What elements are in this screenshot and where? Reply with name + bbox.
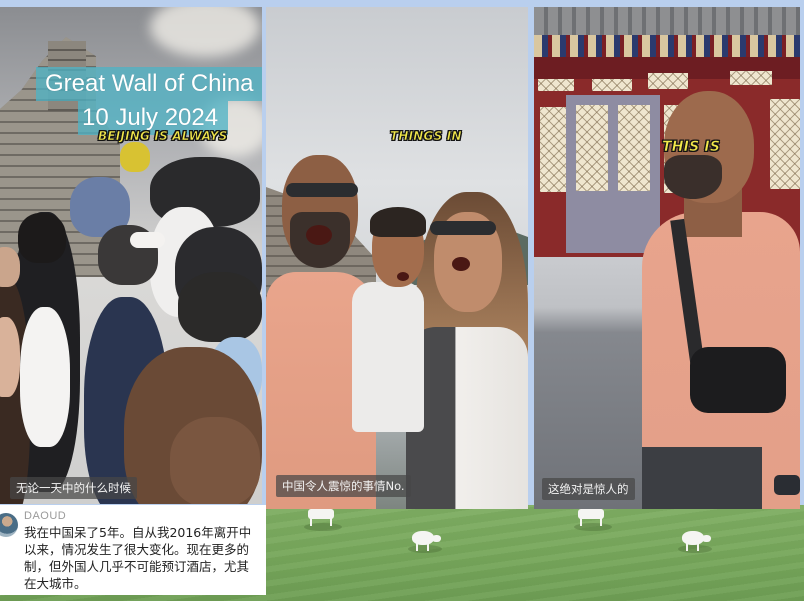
kid-hair <box>370 207 426 237</box>
kid-shirt <box>352 282 424 432</box>
open-mouth <box>452 257 470 271</box>
lattice-window <box>648 73 688 89</box>
lattice-window <box>540 107 568 192</box>
sheep-icon <box>574 509 612 531</box>
temple-roof <box>534 7 800 35</box>
sunglasses <box>286 183 358 197</box>
comment-line: 以来，情况发生了很大变化。现在更多的 <box>24 542 250 557</box>
temple-eave <box>534 35 800 57</box>
comment-card[interactable]: DAOUD 我在中国呆了5年。自从我2016年离开中 以来，情况发生了很大变化。… <box>0 505 266 595</box>
man-beard <box>664 155 722 199</box>
subtitle: 这绝对是惊人的 <box>542 478 635 500</box>
lattice-window <box>730 71 772 85</box>
meme-caption: THINGS IN <box>390 129 462 144</box>
video-panel-family-selfie[interactable]: THINGS IN 中国令人震惊的事情No. <box>266 7 528 509</box>
smartwatch <box>774 475 800 495</box>
video-panel-great-wall-crowd[interactable]: Great Wall of China 10 July 2024 BEIJING… <box>0 7 262 504</box>
comment-line: 在大城市。 <box>24 576 87 591</box>
open-mouth <box>397 272 409 281</box>
video-date: 10 July 2024 <box>82 104 219 131</box>
meme-caption: THIS IS <box>662 139 721 156</box>
meme-caption: BEIJING IS ALWAYS <box>98 129 228 144</box>
woman-shirt <box>406 327 528 509</box>
open-mouth <box>306 225 332 245</box>
temple-door <box>566 95 660 253</box>
sheep-icon <box>678 531 714 553</box>
sheep-icon <box>408 531 444 553</box>
comment-line: 制，但外国人几乎不可能预订酒店，尤其 <box>24 559 250 574</box>
video-panel-temple[interactable]: THIS IS 这绝对是惊人的 <box>534 7 800 509</box>
lattice-window <box>592 79 632 91</box>
comment-text: 我在中国呆了5年。自从我2016年离开中 以来，情况发生了很大变化。现在更多的 … <box>24 524 256 592</box>
lattice-window <box>770 99 800 189</box>
crowd <box>0 142 262 504</box>
man-pants <box>642 447 762 509</box>
avatar[interactable] <box>0 513 18 537</box>
comment-username[interactable]: DAOUD <box>24 509 260 523</box>
belt-bag <box>690 347 786 413</box>
sunglasses <box>430 221 496 235</box>
lattice-window <box>538 79 574 91</box>
subtitle: 中国令人震惊的事情No. <box>276 475 411 497</box>
sheep-icon <box>304 509 342 531</box>
comment-line: 我在中国呆了5年。自从我2016年离开中 <box>24 525 252 540</box>
subtitle: 无论一天中的什么时候 <box>10 477 137 499</box>
video-title: Great Wall of China <box>45 70 254 97</box>
